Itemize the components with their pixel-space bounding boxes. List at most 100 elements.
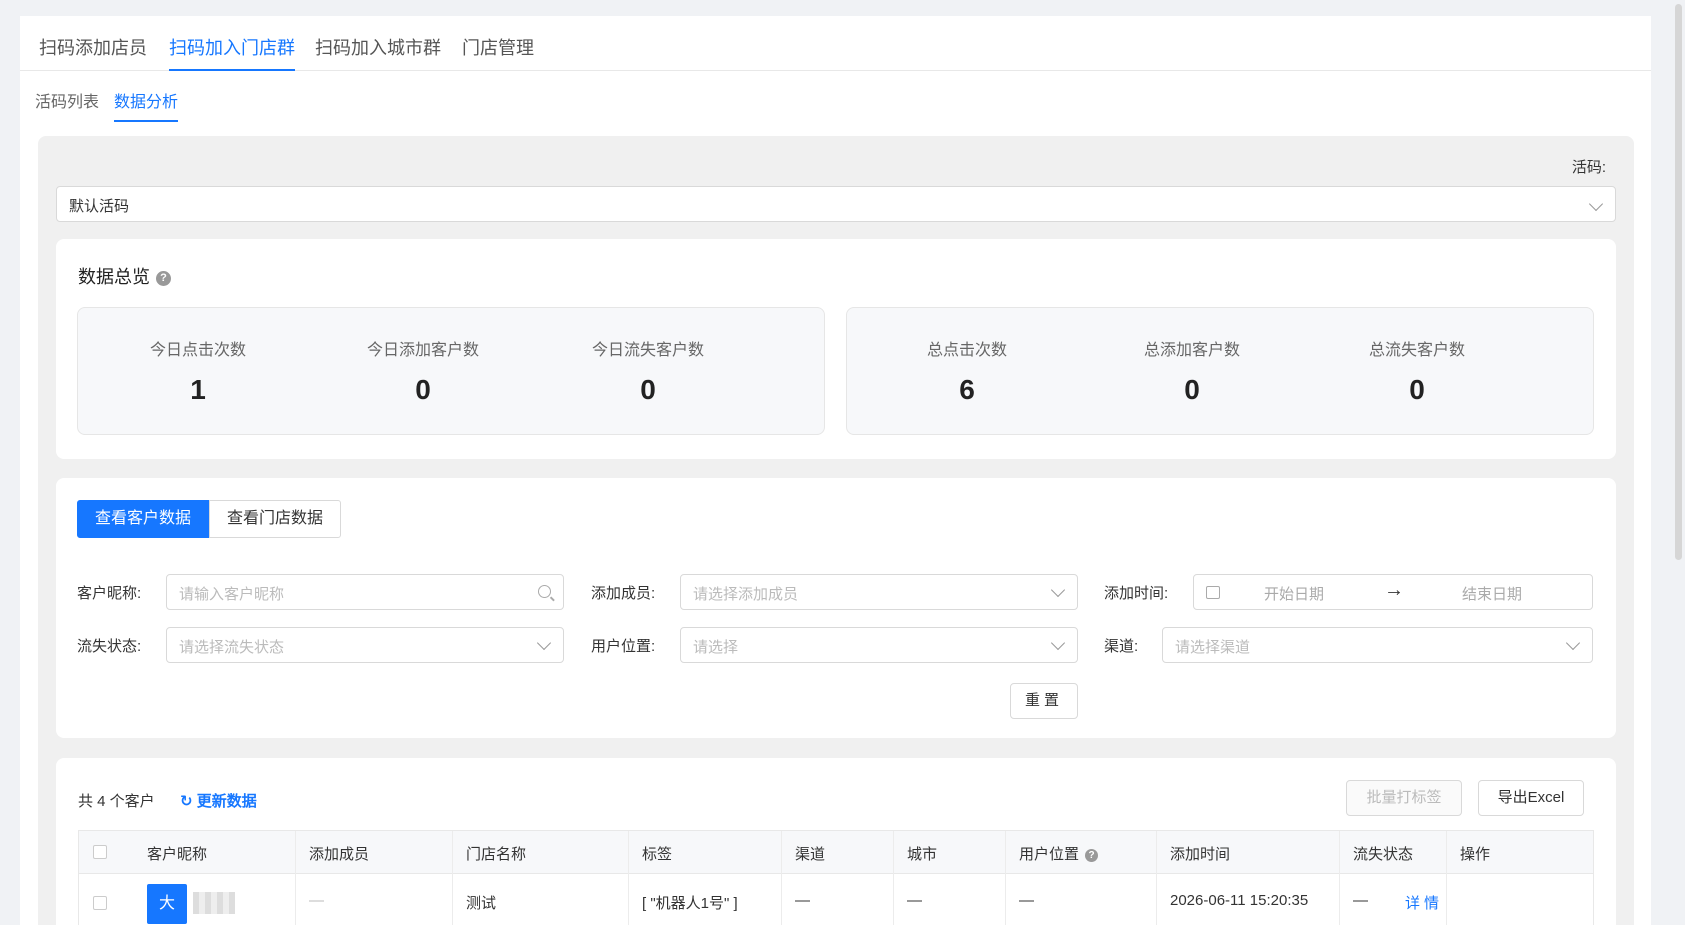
overview-card: 数据总览? 今日点击次数 1 今日添加客户数 0 今日流失客户数 0 总点击次数… (56, 239, 1616, 459)
table-header: 客户昵称 添加成员 门店名称 标签 渠道 城市 用户位置? 添加时间 流失状态 … (78, 830, 1594, 925)
stat-total-clicks: 总点击次数 6 (847, 336, 1087, 406)
detail-link[interactable]: 详情 (1405, 892, 1443, 913)
stat-total-added: 总添加客户数 0 (1072, 336, 1312, 406)
search-icon (538, 585, 551, 598)
stat-label: 总点击次数 (926, 342, 1007, 359)
channel-placeholder: 请选择渠道 (1175, 639, 1251, 656)
stat-total-churned: 总流失客户数 0 (1297, 336, 1537, 406)
code-select-value: 默认活码 (69, 198, 130, 215)
refresh-label: 更新数据 (196, 793, 257, 810)
location-select[interactable]: 请选择 (680, 627, 1078, 663)
chevron-down-icon (536, 635, 552, 651)
cell-member: — (309, 892, 324, 909)
churn-label: 流失状态: (77, 638, 142, 655)
stat-label: 今日点击次数 (149, 342, 246, 359)
stat-value: 0 (415, 374, 431, 405)
today-stats: 今日点击次数 1 今日添加客户数 0 今日流失客户数 0 (77, 307, 825, 435)
th-channel[interactable]: 渠道 (795, 843, 825, 864)
member-label: 添加成员: (591, 585, 656, 602)
chevron-down-icon (1050, 582, 1066, 598)
cell-store: 测试 (466, 895, 497, 912)
customer-list-card: 共 4 个客户 ↻ 更新数据 批量打标签 导出Excel 客户昵称 添加成员 门… (56, 758, 1616, 925)
th-location[interactable]: 用户位置? (1019, 843, 1099, 864)
nickname-input[interactable]: 请输入客户昵称 (166, 574, 564, 610)
th-time[interactable]: 添加时间 (1170, 843, 1230, 864)
refresh-icon: ↻ (180, 793, 193, 810)
tab-scan-add-staff[interactable]: 扫码添加店员 (39, 34, 147, 71)
th-city[interactable]: 城市 (907, 843, 937, 864)
batch-tag-button[interactable]: 批量打标签 (1346, 780, 1462, 816)
chevron-down-icon (1588, 196, 1604, 212)
subtab-code-list[interactable]: 活码列表 (35, 88, 99, 122)
th-tag[interactable]: 标签 (642, 843, 672, 864)
stat-label: 总添加客户数 (1143, 342, 1240, 359)
stat-label: 总流失客户数 (1368, 342, 1465, 359)
subtab-data-analysis[interactable]: 数据分析 (114, 88, 179, 122)
total-count: 共 4 个客户 (78, 793, 155, 810)
location-placeholder: 请选择 (693, 639, 739, 656)
nickname-placeholder: 请输入客户昵称 (179, 586, 285, 603)
code-select[interactable]: 默认活码 (56, 186, 1616, 222)
cell-city: — (907, 892, 922, 909)
stat-today-churned: 今日流失客户数 0 (528, 336, 768, 406)
stat-label: 今日流失客户数 (591, 342, 704, 359)
cell-time: 2026-06-11 15:20:35 (1170, 892, 1309, 909)
stat-today-added: 今日添加客户数 0 (303, 336, 543, 406)
arrow-right-icon: → (1384, 579, 1404, 601)
stat-value: 0 (640, 374, 656, 405)
stat-today-clicks: 今日点击次数 1 (78, 336, 318, 406)
avatar: 大 (147, 884, 187, 924)
chevron-down-icon (1050, 635, 1066, 651)
overview-title: 数据总览? (78, 263, 171, 289)
help-icon[interactable]: ? (156, 270, 171, 286)
th-member[interactable]: 添加成员 (309, 843, 369, 864)
analysis-panel: 活码: 默认活码 数据总览? 今日点击次数 1 今日添加客户数 0 今日流失客户… (38, 136, 1634, 925)
refresh-data-link[interactable]: ↻ 更新数据 (180, 790, 257, 811)
blurred-nickname (193, 892, 235, 914)
member-select[interactable]: 请选择添加成员 (680, 574, 1078, 610)
member-placeholder: 请选择添加成员 (693, 586, 799, 603)
cell-churn: — (1353, 892, 1368, 909)
date-range-picker[interactable]: 开始日期 → 结束日期 (1193, 574, 1593, 610)
scrollbar-thumb[interactable] (1675, 4, 1682, 560)
view-customer-data-button[interactable]: 查看客户数据 (77, 500, 209, 538)
row-checkbox[interactable] (93, 896, 107, 910)
stat-label: 今日添加客户数 (366, 342, 479, 359)
th-location-text: 用户位置 (1019, 846, 1080, 863)
tab-scan-join-store-group[interactable]: 扫码加入门店群 (169, 34, 295, 71)
tab-scan-join-city-group[interactable]: 扫码加入城市群 (315, 34, 441, 71)
th-store[interactable]: 门店名称 (466, 843, 526, 864)
code-label: 活码: (1571, 159, 1606, 176)
help-icon[interactable]: ? (1085, 848, 1099, 862)
nickname-label: 客户昵称: (77, 585, 142, 602)
th-nickname[interactable]: 客户昵称 (147, 843, 207, 864)
stat-value: 0 (1184, 374, 1200, 405)
view-store-data-button[interactable]: 查看门店数据 (209, 500, 341, 538)
page-container: 扫码添加店员 扫码加入门店群 扫码加入城市群 门店管理 活码列表 数据分析 活码… (20, 16, 1651, 925)
channel-select[interactable]: 请选择渠道 (1162, 627, 1593, 663)
churn-placeholder: 请选择流失状态 (179, 639, 285, 656)
stat-value: 6 (959, 374, 975, 405)
stat-value: 1 (190, 374, 206, 405)
location-label: 用户位置: (591, 638, 656, 655)
cell-tag: [ "机器人1号" ] (642, 895, 738, 912)
select-all-checkbox[interactable] (93, 845, 107, 859)
chevron-down-icon (1565, 635, 1581, 651)
export-excel-button[interactable]: 导出Excel (1478, 780, 1584, 816)
churn-select[interactable]: 请选择流失状态 (166, 627, 564, 663)
filter-card: 查看客户数据 查看门店数据 客户昵称: 请输入客户昵称 添加成员: 请选择添加成… (56, 478, 1616, 738)
channel-label: 渠道: (1104, 638, 1139, 655)
overview-title-text: 数据总览 (78, 267, 150, 287)
start-date-input[interactable]: 开始日期 (1264, 583, 1324, 604)
total-stats: 总点击次数 6 总添加客户数 0 总流失客户数 0 (846, 307, 1594, 435)
top-tabs: 扫码添加店员 扫码加入门店群 扫码加入城市群 门店管理 (20, 16, 1651, 71)
reset-button[interactable]: 重置 (1010, 683, 1078, 719)
th-churn[interactable]: 流失状态 (1353, 843, 1413, 864)
table-row[interactable]: 大 — 测试 [ "机器人1号" ] — — — 2026-06-11 15:2… (78, 874, 1594, 925)
cell-channel: — (795, 892, 810, 909)
end-date-input[interactable]: 结束日期 (1462, 583, 1522, 604)
th-action: 操作 (1460, 846, 1491, 863)
cell-location: — (1019, 892, 1034, 909)
tab-store-management[interactable]: 门店管理 (462, 34, 534, 71)
time-label: 添加时间: (1104, 585, 1169, 602)
